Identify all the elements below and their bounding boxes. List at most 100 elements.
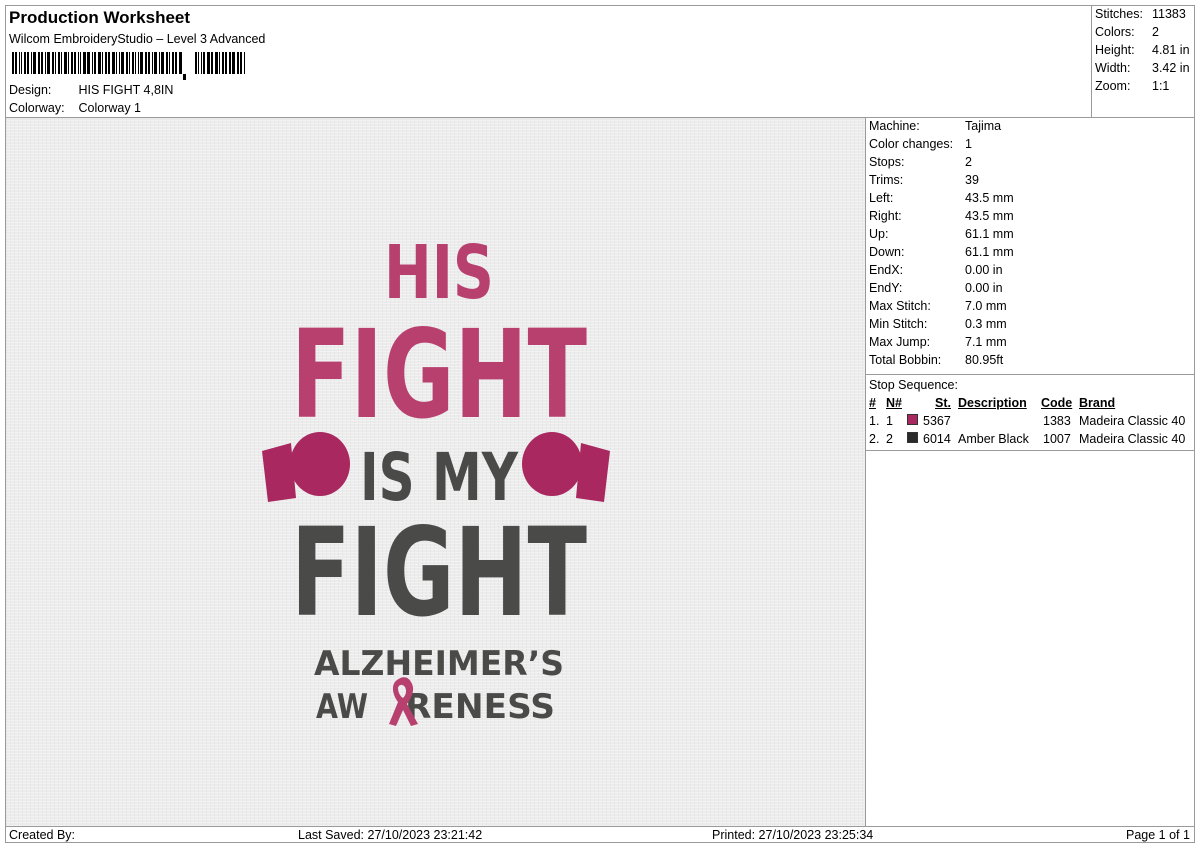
barcode-bar xyxy=(78,52,79,74)
barcode-bar xyxy=(19,52,20,74)
text-fight-top: FIGHT xyxy=(291,304,587,446)
text-reness: RENESS xyxy=(405,687,555,727)
prop-label: Color changes: xyxy=(869,137,954,151)
barcode-bar xyxy=(225,52,227,74)
col-header-num: # xyxy=(869,396,876,410)
design-label: Design: xyxy=(9,83,52,97)
stat-value: 4.81 in xyxy=(1152,43,1190,57)
barcode-bar xyxy=(129,52,130,74)
prop-value: 43.5 mm xyxy=(965,209,1014,223)
barcode-bar xyxy=(119,52,120,74)
prop-up: Up: 61.1 mm xyxy=(869,227,1189,241)
design-value: HIS FIGHT 4,8IN xyxy=(78,83,174,97)
barcode-bar xyxy=(148,52,150,74)
stat-value: 2 xyxy=(1152,25,1159,39)
barcode-bar xyxy=(232,52,235,74)
prop-label: Max Jump: xyxy=(869,335,931,349)
barcode-bar xyxy=(52,52,54,74)
barcode-bar xyxy=(154,52,157,74)
prop-down: Down: 61.1 mm xyxy=(869,245,1189,259)
prop-value: 2 xyxy=(965,155,972,169)
prop-label: Max Stitch: xyxy=(869,299,931,313)
prop-left: Left: 43.5 mm xyxy=(869,191,1189,205)
stat-label: Height: xyxy=(1095,43,1135,57)
barcode-bar xyxy=(172,52,174,74)
prop-value: 7.0 mm xyxy=(965,299,1007,313)
colorway-row: Colorway: Colorway 1 xyxy=(9,101,141,115)
col-header-code: Code xyxy=(1041,396,1073,410)
prop-endy: EndY: 0.00 in xyxy=(869,281,1189,295)
barcode-bar xyxy=(87,52,90,74)
prop-label: Machine: xyxy=(869,119,920,133)
embroidery-design: HIS FIGHT IS MY FIGHT ALZHEIMER’S AW REN… xyxy=(262,230,610,727)
prop-color-changes: Color changes: 1 xyxy=(869,137,1189,151)
text-fight-bottom: FIGHT xyxy=(291,502,587,644)
col-header-n: N# xyxy=(886,396,902,410)
section-divider xyxy=(866,450,1194,451)
color-swatch xyxy=(907,414,918,425)
page-number: Page 1 of 1 xyxy=(1126,828,1190,842)
barcode-bar xyxy=(145,52,147,74)
barcode-bar xyxy=(219,52,220,74)
stat-label: Stitches: xyxy=(1095,7,1143,21)
software-name: Wilcom EmbroideryStudio – Level 3 Advanc… xyxy=(9,32,266,46)
barcode-bar xyxy=(64,52,67,74)
stat-width: Width: 3.42 in xyxy=(1095,61,1195,75)
barcode-bar xyxy=(222,52,224,74)
barcode-bar xyxy=(68,52,69,74)
prop-trims: Trims: 39 xyxy=(869,173,1189,187)
col-header-brand: Brand xyxy=(1079,396,1116,410)
barcode-comma xyxy=(183,74,186,80)
barcode-bar xyxy=(121,52,124,74)
design-row: Design: HIS FIGHT 4,8IN xyxy=(9,83,173,97)
stats-panel: Stitches: 11383 Colors: 2 Height: 4.81 in W… xyxy=(1092,6,1194,118)
barcode-bar xyxy=(55,52,56,74)
barcode-bar xyxy=(112,52,115,74)
barcode-bar xyxy=(92,52,93,74)
prop-label: Up: xyxy=(869,227,889,241)
barcode-bar xyxy=(138,52,139,74)
prop-max-stitch: Max Stitch: 7.0 mm xyxy=(869,299,1189,313)
prop-value: 7.1 mm xyxy=(965,335,1007,349)
barcode-bar xyxy=(132,52,134,74)
barcode-bar xyxy=(80,52,81,74)
prop-value: 43.5 mm xyxy=(965,191,1014,205)
prop-label: Total Bobbin: xyxy=(869,353,942,367)
stat-stitches: Stitches: 11383 xyxy=(1095,7,1195,21)
text-alzheimers: ALZHEIMER’S xyxy=(314,644,564,684)
row-brand: Madeira Classic 40 xyxy=(1079,414,1186,428)
stat-value: 3.42 in xyxy=(1152,61,1190,75)
barcode-bar xyxy=(135,52,136,74)
barcode-bar xyxy=(166,52,168,74)
barcode-bar xyxy=(45,52,46,74)
text-aw: AW xyxy=(316,687,368,727)
prop-stops: Stops: 2 xyxy=(869,155,1189,169)
barcode-bar xyxy=(161,52,164,74)
barcode-bar xyxy=(71,52,73,74)
barcode-bar xyxy=(98,52,101,74)
barcode-bar xyxy=(24,52,26,74)
prop-value: 0.3 mm xyxy=(965,317,1007,331)
barcode-bar xyxy=(58,52,60,74)
barcode-bar xyxy=(195,52,197,74)
barcode-bar xyxy=(102,52,103,74)
prop-value: 0.00 in xyxy=(965,263,1003,277)
prop-machine: Machine: Tajima xyxy=(869,119,1189,133)
page-title: Production Worksheet xyxy=(9,8,191,27)
boxing-glove-right-icon xyxy=(522,432,610,502)
barcode-bar xyxy=(179,52,182,74)
row-st: 5367 xyxy=(923,414,951,428)
barcode-bar xyxy=(237,52,239,74)
stat-label: Zoom: xyxy=(1095,79,1131,93)
barcode-bar xyxy=(215,52,218,74)
prop-value: 61.1 mm xyxy=(965,227,1014,241)
stop-sequence-label: Stop Sequence: xyxy=(869,378,958,392)
barcode-bar xyxy=(159,52,160,74)
prop-value: 39 xyxy=(965,173,979,187)
stat-label: Width: xyxy=(1095,61,1131,75)
design-preview-canvas[interactable]: HIS FIGHT IS MY FIGHT ALZHEIMER’S AW REN… xyxy=(6,118,866,826)
worksheet-header: Production Worksheet Wilcom EmbroiderySt… xyxy=(6,6,1092,118)
row-code: 1007 xyxy=(1043,432,1071,446)
stat-value: 11383 xyxy=(1152,7,1186,21)
prop-value: 61.1 mm xyxy=(965,245,1014,259)
